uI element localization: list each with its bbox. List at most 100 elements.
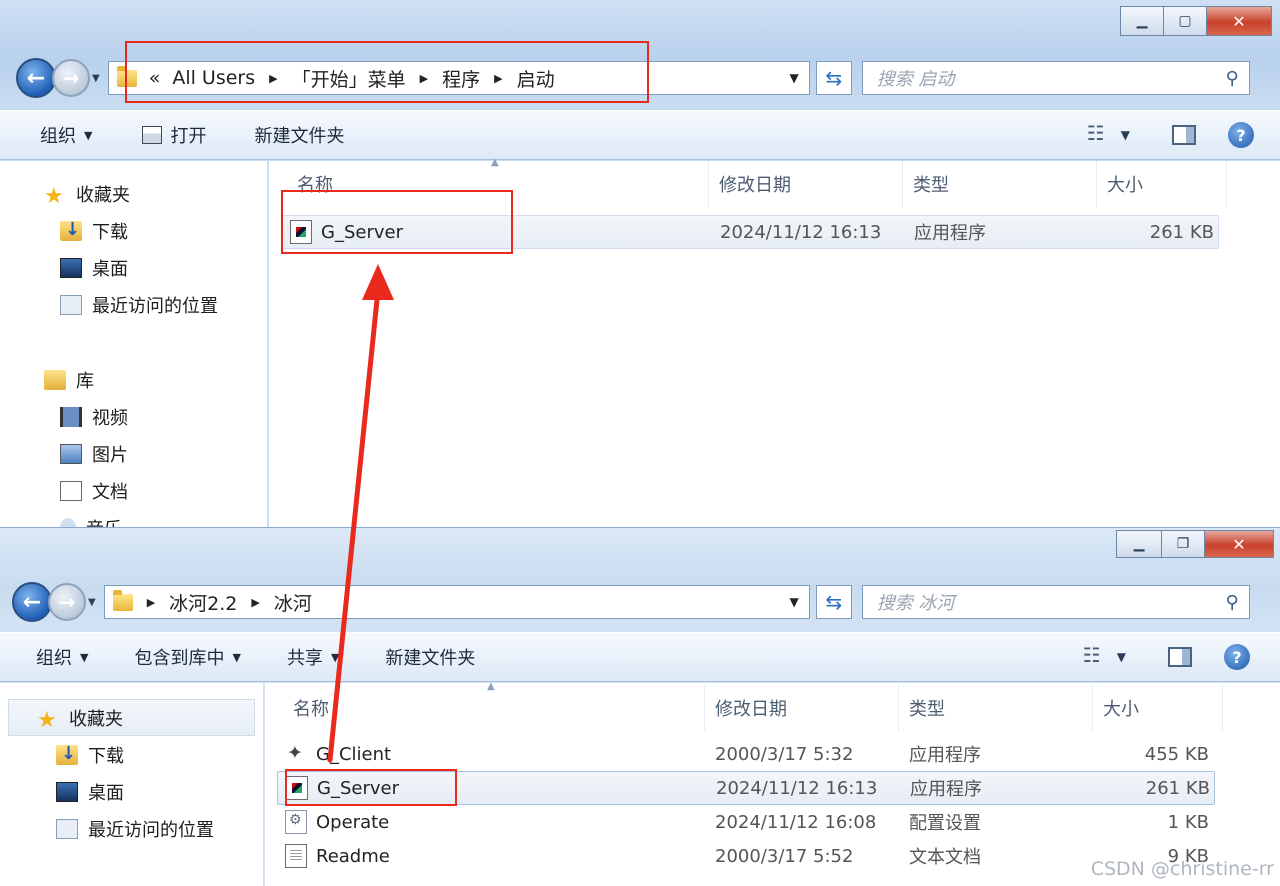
recent-pages-dropdown-icon[interactable]: ▼ xyxy=(92,73,100,84)
sidebar-item-recent[interactable]: 最近访问的位置 xyxy=(0,810,263,847)
share-button[interactable]: 共享 ▼ xyxy=(287,644,339,670)
address-dropdown-icon[interactable]: ▼ xyxy=(789,71,798,85)
file-row-readme[interactable]: Readme 2000/3/17 5:52 文本文档 9 KB xyxy=(277,839,1215,873)
sidebar-item-desktop[interactable]: 桌面 xyxy=(0,249,267,286)
sidebar-label: 图片 xyxy=(92,444,128,466)
breadcrumb-binghe[interactable]: 冰河 xyxy=(274,589,312,616)
help-icon[interactable]: ? xyxy=(1224,644,1250,670)
search-input[interactable]: 搜索 启动 ⚲ xyxy=(861,61,1250,95)
client-exe-icon xyxy=(285,742,307,766)
new-folder-label: 新建文件夹 xyxy=(385,648,476,669)
column-header-modified[interactable]: 修改日期 xyxy=(705,685,899,731)
file-row-operate[interactable]: Operate 2024/11/12 16:08 配置设置 1 KB xyxy=(277,805,1215,839)
column-label: 大小 xyxy=(1103,699,1139,720)
sidebar-item-documents[interactable]: 文档 xyxy=(0,472,267,509)
file-name: Readme xyxy=(316,845,390,867)
file-modified: 2024/11/12 16:13 xyxy=(716,777,878,799)
address-bar[interactable]: ▶ 冰河2.2 ▶ 冰河 ▼ xyxy=(103,585,810,619)
column-header-size[interactable]: 大小 xyxy=(1097,161,1227,207)
sidebar-item-desktop[interactable]: 桌面 xyxy=(0,773,263,810)
star-icon: ★ xyxy=(37,707,57,733)
view-dropdown-icon[interactable]: ▼ xyxy=(1117,650,1126,664)
sidebar-item-downloads[interactable]: 下载 xyxy=(0,736,263,773)
sidebar-label: 收藏夹 xyxy=(76,184,130,206)
command-bar: 组织 ▼ 打开 新建文件夹 ▼ ? xyxy=(0,110,1280,160)
close-button[interactable]: ✕ xyxy=(1206,6,1272,36)
view-dropdown-icon[interactable]: ▼ xyxy=(1121,128,1130,142)
refresh-button[interactable]: ⇆ xyxy=(815,585,852,619)
search-icon[interactable]: ⚲ xyxy=(1226,68,1239,89)
maximize-button[interactable]: ▢ xyxy=(1163,6,1207,36)
sidebar-item-pictures[interactable]: 图片 xyxy=(0,435,267,472)
highlight-box-bottom-file xyxy=(285,769,457,806)
minimize-button[interactable]: ▁ xyxy=(1116,530,1162,558)
include-in-library-button[interactable]: 包含到库中 ▼ xyxy=(134,644,240,670)
address-dropdown-icon[interactable]: ▼ xyxy=(789,595,798,609)
search-input[interactable]: 搜索 冰河 ⚲ xyxy=(861,585,1250,619)
file-type: 应用程序 xyxy=(914,223,986,244)
back-button[interactable]: ← xyxy=(16,58,56,98)
breadcrumb-arrow-icon[interactable]: ▶ xyxy=(147,596,155,609)
sort-ascending-icon: ▲ xyxy=(491,157,499,168)
new-folder-button[interactable]: 新建文件夹 xyxy=(254,122,344,148)
file-name: Operate xyxy=(316,811,390,833)
sidebar-label: 库 xyxy=(76,370,94,392)
music-library-icon xyxy=(60,517,76,527)
new-folder-label: 新建文件夹 xyxy=(254,126,345,147)
sidebar-item-videos[interactable]: 视频 xyxy=(0,398,267,435)
organize-button[interactable]: 组织 ▼ xyxy=(36,644,88,670)
command-bar: 组织 ▼ 包含到库中 ▼ 共享 ▼ 新建文件夹 ▼ ? xyxy=(0,632,1280,682)
navigation-bar: ← → ▼ ▶ 冰河2.2 ▶ 冰河 ▼ ⇆ 搜索 冰河 ⚲ xyxy=(0,582,1280,622)
sidebar-item-libraries[interactable]: 库 xyxy=(0,361,267,398)
refresh-button[interactable]: ⇆ xyxy=(815,61,852,95)
open-app-icon xyxy=(142,126,163,144)
column-header-type[interactable]: 类型 xyxy=(903,161,1097,207)
view-options-icon[interactable] xyxy=(1087,121,1111,145)
help-icon[interactable]: ? xyxy=(1228,122,1254,148)
libraries-icon xyxy=(44,369,66,390)
sidebar-label: 视频 xyxy=(92,407,128,429)
open-label: 打开 xyxy=(170,126,207,147)
sidebar-item-favorites[interactable]: ★ 收藏夹 xyxy=(8,699,255,736)
sidebar-item-recent[interactable]: 最近访问的位置 xyxy=(0,286,267,323)
file-size: 261 KB xyxy=(1145,777,1210,799)
sidebar-item-favorites[interactable]: ★ 收藏夹 xyxy=(0,175,267,212)
search-placeholder: 搜索 启动 xyxy=(876,69,955,90)
file-row-g-client[interactable]: G_Client 2000/3/17 5:32 应用程序 455 KB xyxy=(277,737,1215,771)
sidebar-label: 最近访问的位置 xyxy=(92,295,218,317)
breadcrumb-arrow-icon[interactable]: ▶ xyxy=(251,596,259,609)
highlight-box-address xyxy=(125,41,649,103)
file-modified: 2000/3/17 5:52 xyxy=(715,845,854,867)
forward-button[interactable]: → xyxy=(52,59,90,97)
file-size: 455 KB xyxy=(1144,743,1209,765)
chevron-down-icon: ▼ xyxy=(330,650,340,664)
chevron-down-icon: ▼ xyxy=(232,650,241,664)
preview-pane-icon[interactable] xyxy=(1172,125,1196,145)
column-header-type[interactable]: 类型 xyxy=(899,685,1093,731)
minimize-button[interactable]: ▁ xyxy=(1120,6,1164,36)
search-icon[interactable]: ⚲ xyxy=(1226,592,1239,613)
recent-pages-dropdown-icon[interactable]: ▼ xyxy=(88,597,96,608)
back-button[interactable]: ← xyxy=(12,582,52,622)
organize-button[interactable]: 组织 ▼ xyxy=(40,122,92,148)
column-label: 大小 xyxy=(1107,175,1143,196)
column-header-modified[interactable]: 修改日期 xyxy=(709,161,903,207)
organize-label: 组织 xyxy=(40,126,76,147)
sidebar-item-downloads[interactable]: 下载 xyxy=(0,212,267,249)
column-header-size[interactable]: 大小 xyxy=(1093,685,1223,731)
desktop-icon xyxy=(56,781,78,802)
view-controls: ▼ ? xyxy=(1083,633,1280,681)
navigation-pane: ★ 收藏夹 下载 桌面 最近访问的位置 库 视频 图片 文档 音乐 xyxy=(0,161,268,527)
restore-button[interactable]: ❐ xyxy=(1161,530,1205,558)
sidebar-item-music[interactable]: 音乐 xyxy=(0,509,267,527)
search-placeholder: 搜索 冰河 xyxy=(876,593,955,614)
new-folder-button[interactable]: 新建文件夹 xyxy=(385,644,475,670)
open-button[interactable]: 打开 xyxy=(142,122,206,148)
desktop-icon xyxy=(60,257,82,278)
close-button[interactable]: ✕ xyxy=(1204,530,1274,558)
preview-pane-icon[interactable] xyxy=(1168,647,1192,667)
breadcrumb-binghe-2-2[interactable]: 冰河2.2 ▶ xyxy=(169,589,274,616)
forward-button[interactable]: → xyxy=(48,583,86,621)
column-header-name[interactable]: ▲ 名称 xyxy=(265,681,705,731)
view-options-icon[interactable] xyxy=(1083,643,1107,667)
